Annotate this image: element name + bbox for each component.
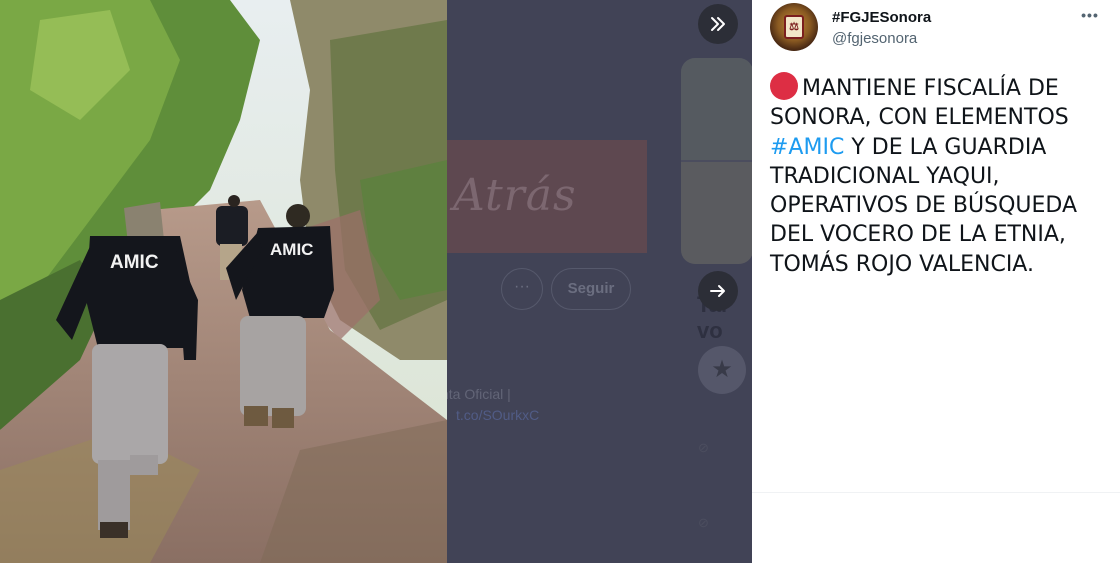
background-more-button: ··· [501,268,543,310]
hashtag-link[interactable]: #AMIC [770,135,844,160]
red-circle-icon [770,72,798,100]
background-banner: Atrás [447,140,647,253]
collapse-panel-button[interactable] [698,4,738,44]
background-placeholder: ⊘ [698,515,709,530]
photo-image: AMIC AMIC [0,0,447,563]
tweet-panel: ⚖ #FGJESonora @fgjesonora ••• MANTIENE F… [752,0,1120,563]
background-placeholder: ⊘ [698,440,709,455]
divider [752,492,1120,493]
background-media-thumb [681,58,752,160]
display-name[interactable]: #FGJESonora [832,9,931,26]
arrow-right-icon [710,285,725,297]
more-horizontal-icon[interactable]: ••• [1078,4,1102,28]
background-banner-text: Atrás [453,170,577,221]
background-bio-link: t.co/SOurkxC [456,407,540,423]
background-avatar: ★ [698,346,746,394]
seal-icon: ⚖ [784,15,804,39]
chevrons-right-icon [711,17,725,31]
vest-label-right: AMIC [270,240,313,259]
tweet-photo[interactable]: AMIC AMIC [0,0,447,563]
tweet-text-part: MANTIENE FISCALÍA DE SONORA, CON ELEMENT… [770,76,1069,131]
user-handle[interactable]: @fgjesonora [832,30,917,47]
next-image-button[interactable] [698,271,738,311]
vest-label-left: AMIC [110,252,159,273]
background-bio-line: nta Oficial | [447,386,511,402]
background-media-thumb [681,162,752,264]
tweet-text: MANTIENE FISCALÍA DE SONORA, CON ELEMENT… [770,72,1110,279]
background-media-grid [681,58,752,264]
profile-avatar[interactable]: ⚖ [770,3,818,51]
background-follow-button: Seguir [551,268,631,310]
